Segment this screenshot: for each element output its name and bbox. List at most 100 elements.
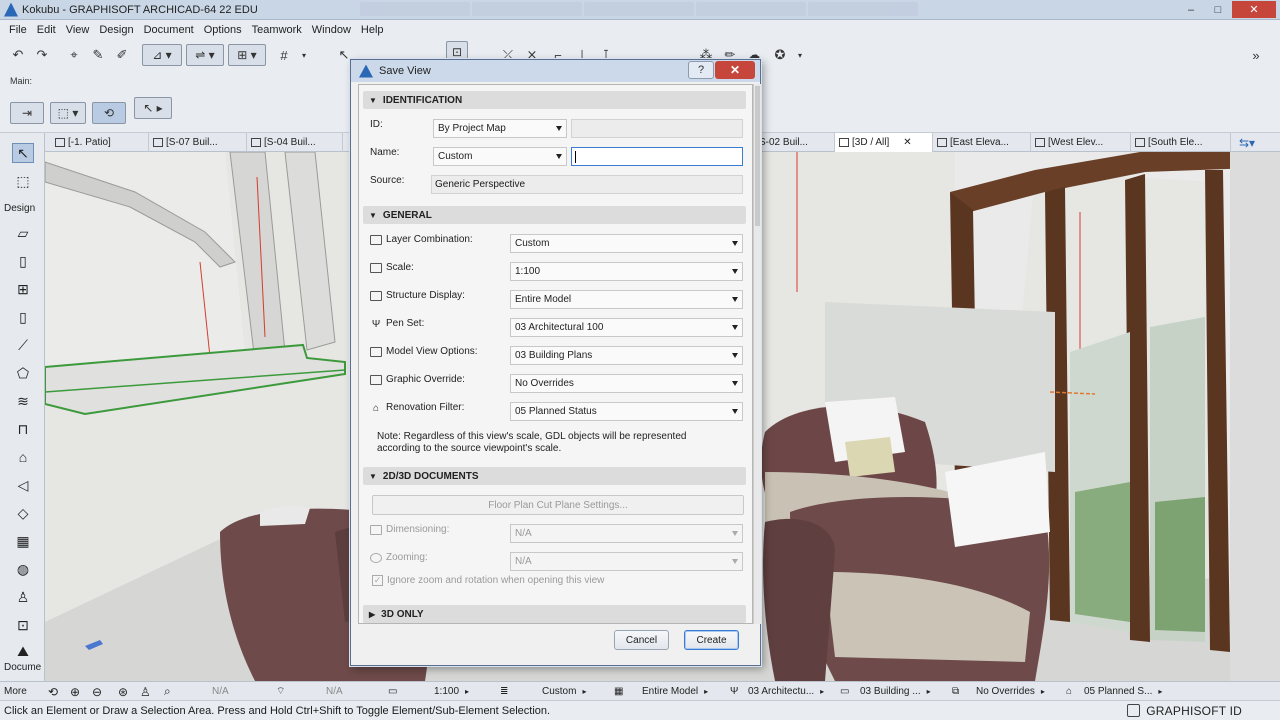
window-tool-icon[interactable]: ⊞ [12, 279, 34, 299]
graphic-override-icon[interactable]: ⧉ [952, 684, 959, 699]
chevron-down-icon[interactable]: ▾ [790, 45, 810, 65]
menu-file[interactable]: File [4, 24, 32, 36]
tab-3d-all[interactable]: [3D / All] ✕ [835, 133, 933, 152]
mesh-tool-icon[interactable]: ⛰ [12, 641, 34, 661]
3d-explore-icon[interactable]: ✪ [770, 45, 790, 65]
door-tool-icon[interactable]: ▯ [12, 251, 34, 271]
tab-section-07[interactable]: [S-07 Buil... [149, 133, 247, 152]
redo-icon[interactable]: ↷ [32, 45, 52, 65]
ignore-zoom-checkbox[interactable]: ✓ [372, 575, 383, 586]
identification-section-header[interactable]: ▼ IDENTIFICATION [363, 91, 746, 109]
model-view-icon[interactable]: ▭ [840, 684, 849, 699]
restore-button[interactable]: □ [1205, 1, 1231, 18]
menu-document[interactable]: Document [139, 24, 199, 36]
gravity-button[interactable]: ⇌ ▾ [186, 44, 224, 66]
rotation-icon[interactable]: ⌔ [276, 684, 285, 699]
morph-tool-icon[interactable]: ◍ [12, 559, 34, 579]
toolbar-overflow-icon[interactable]: » [1246, 45, 1266, 65]
graphic-override-select[interactable]: No Overrides [510, 374, 743, 393]
curtain-wall-tool-icon[interactable]: ▦ [12, 531, 34, 551]
orbit-icon[interactable]: ⟲ [48, 684, 58, 699]
menu-edit[interactable]: Edit [32, 24, 61, 36]
navigator-icon[interactable]: ⊛ [118, 684, 128, 699]
slab-tool-icon[interactable]: ⬠ [12, 363, 34, 383]
arrow-select-button[interactable]: ⇥ [10, 102, 44, 124]
chevron-down-icon[interactable]: ▾ [294, 45, 314, 65]
scale-value[interactable]: 1:100 ▸ [434, 684, 469, 699]
name-select[interactable]: Custom [433, 147, 567, 166]
3d-only-section-header[interactable]: ▶ 3D ONLY [363, 605, 746, 623]
scrollbar-thumb[interactable] [755, 86, 760, 226]
skylight-tool-icon[interactable]: ◇ [12, 503, 34, 523]
ignore-zoom-checkbox-row[interactable]: ✓ Ignore zoom and rotation when opening … [372, 575, 604, 586]
id-text-field[interactable] [571, 119, 743, 138]
graphisoft-id-label[interactable]: GRAPHISOFT ID [1146, 704, 1242, 718]
pen-icon[interactable]: Ψ [730, 684, 738, 699]
minimize-button[interactable]: – [1178, 1, 1204, 18]
railing-tool-icon[interactable]: ⊓ [12, 419, 34, 439]
marquee-select-button[interactable]: ⬚ ▾ [50, 102, 86, 124]
zone-tool-icon[interactable]: ⊡ [12, 615, 34, 635]
zoom-in-icon[interactable]: ⊕ [70, 684, 80, 699]
dialog-close-button[interactable]: ✕ [715, 61, 755, 79]
find-select-icon[interactable]: ⌖ [64, 45, 84, 65]
menu-view[interactable]: View [61, 24, 95, 36]
structure-display-value[interactable]: Entire Model ▸ [642, 684, 708, 699]
menu-design[interactable]: Design [94, 24, 138, 36]
tab-section-04[interactable]: [S-04 Buil... [247, 133, 343, 152]
renovation-filter-select[interactable]: 05 Planned Status [510, 402, 743, 421]
graphic-override-value[interactable]: No Overrides ▸ [976, 684, 1045, 699]
stair-tool-icon[interactable]: ≋ [12, 391, 34, 411]
walk-icon[interactable]: ♙ [140, 684, 151, 699]
marquee-icon[interactable]: ⬚ [12, 171, 34, 191]
model-view-options-select[interactable]: 03 Building Plans [510, 346, 743, 365]
tab-section-02[interactable]: S-02 Buil... [755, 133, 835, 152]
zoom-icon[interactable]: ⌕ [164, 684, 171, 699]
beam-tool-icon[interactable]: ⟋ [12, 335, 34, 355]
pen-set-select[interactable]: 03 Architectural 100 [510, 318, 743, 337]
orbit-pointer-button[interactable]: ↖ ▸ [134, 97, 172, 119]
tab-bar-menu-icon[interactable]: ⇆▾ [1235, 133, 1275, 152]
layer-combination-select[interactable]: Custom [510, 234, 743, 253]
structure-icon[interactable]: ▦ [614, 684, 623, 699]
tab-south-elevation[interactable]: [South Ele... [1131, 133, 1231, 152]
menu-teamwork[interactable]: Teamwork [247, 24, 307, 36]
tab-west-elevation[interactable]: [West Elev... [1031, 133, 1131, 152]
id-select[interactable]: By Project Map [433, 119, 567, 138]
cancel-button[interactable]: Cancel [614, 630, 669, 650]
model-view-value[interactable]: 03 Building ... ▸ [860, 684, 931, 699]
menu-help[interactable]: Help [356, 24, 389, 36]
tab-close-icon[interactable]: ✕ [903, 137, 911, 148]
wall-tool-icon[interactable]: ▱ [12, 223, 34, 243]
snap-guides-button[interactable]: ⊿ ▾ [142, 44, 182, 66]
dimensioning-select[interactable]: N/A [510, 524, 743, 543]
column-tool-icon[interactable]: ▯ [12, 307, 34, 327]
menu-window[interactable]: Window [307, 24, 356, 36]
renovation-icon[interactable]: ⌂ [1066, 684, 1072, 699]
scale-icon[interactable]: ▭ [388, 684, 397, 699]
more-label[interactable]: More [4, 684, 27, 699]
arrow-cursor-icon[interactable]: ↖ [12, 143, 34, 163]
eyedropper-icon[interactable]: ✎ [88, 45, 108, 65]
roof-tool-icon[interactable]: ⌂ [12, 447, 34, 467]
undo-icon[interactable]: ↶ [8, 45, 28, 65]
shell-tool-icon[interactable]: ◁ [12, 475, 34, 495]
create-button[interactable]: Create [684, 630, 739, 650]
window-close-button[interactable]: ✕ [1232, 1, 1276, 18]
pen-set-value[interactable]: 03 Architectu... ▸ [748, 684, 824, 699]
syringe-icon[interactable]: ✐ [112, 45, 132, 65]
layer-icon[interactable]: ≣ [500, 684, 508, 699]
documents-section-header[interactable]: ▼ 2D/3D DOCUMENTS [363, 467, 746, 485]
help-button[interactable]: ? [688, 61, 714, 79]
menu-options[interactable]: Options [199, 24, 247, 36]
dialog-scrollbar[interactable] [753, 84, 761, 624]
zoom-out-icon[interactable]: ⊖ [92, 684, 102, 699]
structure-display-select[interactable]: Entire Model [510, 290, 743, 309]
object-tool-icon[interactable]: ♙ [12, 587, 34, 607]
zooming-select[interactable]: N/A [510, 552, 743, 571]
general-section-header[interactable]: ▼ GENERAL [363, 206, 746, 224]
scale-select[interactable]: 1:100 [510, 262, 743, 281]
tab-east-elevation[interactable]: [East Eleva... [933, 133, 1031, 152]
layer-combination-value[interactable]: Custom ▸ [542, 684, 586, 699]
grid-snap-icon[interactable]: # [274, 45, 294, 65]
